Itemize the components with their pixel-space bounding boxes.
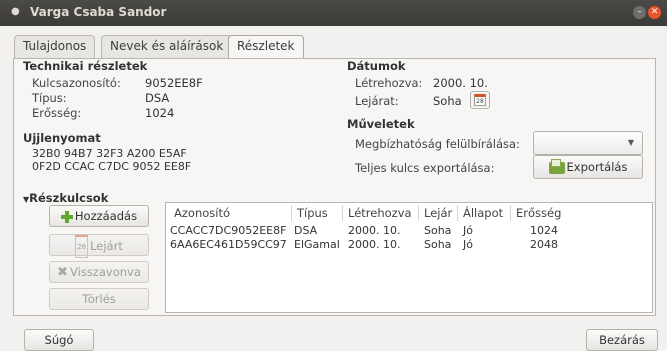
delete-subkey-button[interactable]: Törlés (49, 288, 149, 310)
expiry-date-button[interactable]: 28 (470, 91, 490, 109)
cell-type: ElGamal (294, 238, 340, 251)
trust-override-select[interactable]: ▼ (533, 131, 643, 155)
fingerprint-line-1: 32B0 94B7 32F3 A200 E5AF (32, 147, 187, 160)
column-header-status[interactable]: Állapot (463, 206, 503, 220)
column-header-strength[interactable]: Erősség (516, 206, 561, 220)
dates-heading: Dátumok (347, 59, 406, 73)
cell-id: 6AA6EC461D59CC97 (170, 238, 287, 251)
tab-details[interactable]: Részletek (228, 35, 304, 60)
column-header-type[interactable]: Típus (297, 206, 328, 220)
cell-status: Jó (463, 238, 473, 251)
trust-override-label: Megbízhatóság felülbírálása: (355, 137, 520, 151)
operations-heading: Műveletek (347, 117, 415, 131)
close-icon[interactable]: ✕ (648, 6, 661, 19)
cell-expires: Soha (424, 224, 452, 237)
expiry-value: Soha (433, 94, 462, 108)
expiry-label: Lejárat: (355, 94, 399, 108)
created-value: 2000. 10. (433, 76, 488, 90)
strength-value: 1024 (145, 106, 175, 120)
close-button[interactable]: Bezárás (586, 329, 658, 351)
keyid-label: Kulcsazonosító: (32, 76, 121, 90)
column-separator (418, 205, 419, 221)
cell-strength: 1024 (530, 224, 558, 237)
subkeys-heading[interactable]: ▼Részkulcsok (23, 191, 108, 205)
tab-names-signatures[interactable]: Nevek és aláírások (101, 35, 233, 58)
calendar-icon: 28 (474, 94, 486, 106)
cell-expires: Soha (424, 238, 452, 251)
tab-owner[interactable]: Tulajdonos (14, 35, 96, 58)
type-label: Típus: (32, 91, 67, 105)
subkeys-table[interactable]: Azonosító Típus Létrehozva Lejár Állapot… (165, 202, 653, 313)
minimize-icon[interactable]: – (633, 6, 646, 19)
expire-subkey-label: Lejárt (90, 239, 123, 253)
cell-created: 2000. 10. (348, 238, 401, 251)
title-bar[interactable]: ● Varga Csaba Sandor – ✕ (0, 0, 667, 26)
cell-status: Jó (463, 224, 473, 237)
key-properties-window: ● Varga Csaba Sandor – ✕ Tulajdonos Neve… (0, 0, 667, 351)
chevron-down-icon: ▼ (627, 138, 634, 147)
window-menu-icon[interactable]: ● (11, 7, 20, 17)
add-subkey-button[interactable]: Hozzáadás (49, 205, 149, 227)
add-icon (60, 210, 73, 223)
export-button[interactable]: Exportálás (533, 155, 643, 179)
fingerprint-line-2: 0F2D CCAC C7DC 9052 EE8F (32, 160, 192, 173)
created-label: Létrehozva: (355, 76, 423, 90)
column-separator (457, 205, 458, 221)
type-value: DSA (145, 91, 170, 105)
column-header-id[interactable]: Azonosító (174, 206, 230, 220)
fingerprint-heading: Ujjlenyomat (23, 131, 101, 145)
cell-type: DSA (294, 224, 318, 237)
cell-strength: 2048 (530, 238, 558, 251)
technical-details-heading: Technikai részletek (23, 59, 148, 73)
revoke-subkey-label: Visszavonva (70, 265, 141, 279)
cell-id: CCACC7DC9052EE8F (170, 224, 287, 237)
export-label: Teljes kulcs exportálása: (355, 161, 495, 175)
cell-created: 2000. 10. (348, 224, 401, 237)
export-button-label: Exportálás (566, 160, 628, 174)
column-header-created[interactable]: Létrehozva (348, 206, 412, 220)
add-subkey-label: Hozzáadás (74, 209, 138, 223)
column-separator (510, 205, 511, 221)
revoke-icon: ✖ (57, 264, 69, 280)
column-separator (342, 205, 343, 221)
strength-label: Erősség: (32, 106, 82, 120)
keyid-value: 9052EE8F (145, 76, 203, 90)
window-title: Varga Csaba Sandor (30, 5, 167, 19)
export-icon (548, 158, 565, 174)
calendar-icon: 28 (75, 235, 89, 258)
revoke-subkey-button[interactable]: ✖ Visszavonva (49, 261, 149, 283)
column-separator (291, 205, 292, 221)
help-button[interactable]: Súgó (24, 329, 94, 351)
expire-subkey-button[interactable]: 28 Lejárt (49, 234, 149, 258)
column-header-expires[interactable]: Lejár (424, 206, 452, 220)
